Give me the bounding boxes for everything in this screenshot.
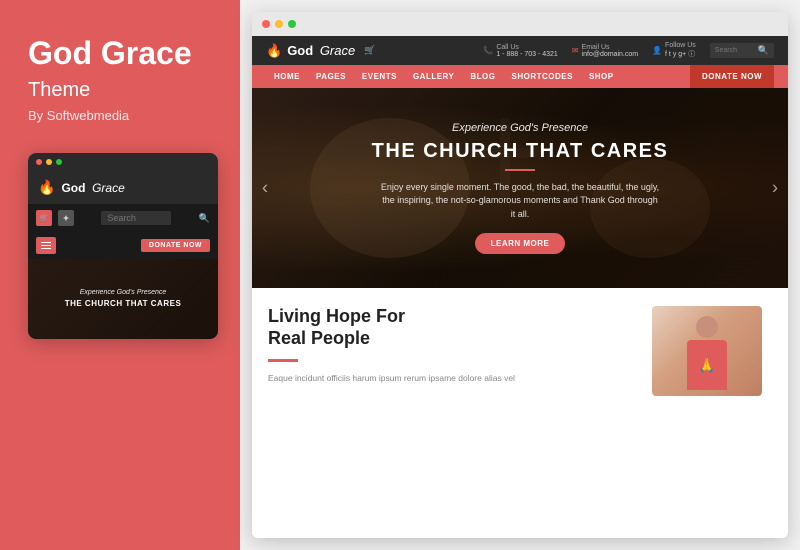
email-icon: ✉: [572, 46, 579, 55]
call-number: 1 - 888 - 703 - 4321: [496, 51, 558, 58]
social-links: f t y g+ ⓘ: [665, 49, 696, 59]
call-label: Call Us: [496, 44, 558, 51]
mobile-cart-icon[interactable]: 🛒: [36, 210, 52, 226]
site-hero: Experience God's Presence THE CHURCH THA…: [252, 88, 788, 288]
theme-subtitle: Theme: [28, 79, 212, 102]
nav-home[interactable]: HOME: [266, 65, 308, 88]
section-divider: [268, 359, 298, 362]
nav-shop[interactable]: SHOP: [581, 65, 622, 88]
person-silhouette: 🙏: [677, 316, 737, 396]
mobile-logo-god: God: [61, 181, 85, 195]
right-panel: 🔥 God Grace 🛒 📞 Call Us 1 - 888 - 703 - …: [240, 0, 800, 550]
dot-yellow: [46, 159, 52, 165]
site-header: 🔥 God Grace 🛒 📞 Call Us 1 - 888 - 703 - …: [252, 36, 788, 65]
nav-pages[interactable]: PAGES: [308, 65, 354, 88]
content-left: Living Hope For Real People Eaque incidu…: [268, 306, 636, 520]
header-search-icon[interactable]: 🔍: [758, 45, 769, 56]
site-content: Living Hope For Real People Eaque incidu…: [252, 288, 788, 538]
person-image: 🙏: [652, 306, 762, 396]
nav-blog[interactable]: BLOG: [462, 65, 503, 88]
follow-details: Follow Us f t y g+ ⓘ: [665, 42, 696, 59]
site-nav: HOME PAGES EVENTS GALLERY BLOG SHORTCODE…: [252, 65, 788, 88]
browser-window: 🔥 God Grace 🛒 📞 Call Us 1 - 888 - 703 - …: [252, 12, 788, 538]
mobile-hero-subtitle: Experience God's Presence: [80, 289, 167, 296]
content-right: 🙏: [652, 306, 772, 520]
mobile-hamburger-icon[interactable]: [36, 237, 56, 254]
mobile-logo: God Grace: [61, 180, 124, 195]
header-search: 🔍: [710, 43, 774, 58]
hero-subtitle: Experience God's Presence: [372, 122, 669, 134]
section-title: Living Hope For Real People: [268, 306, 636, 349]
person-hands-icon: 🙏: [698, 357, 715, 374]
nav-events[interactable]: EVENTS: [354, 65, 405, 88]
mobile-header: 🔥 God Grace: [28, 171, 218, 204]
follow-label: Follow Us: [665, 42, 696, 49]
header-phone: 📞 Call Us 1 - 888 - 703 - 4321: [483, 44, 557, 58]
browser-top-bar: [252, 12, 788, 36]
email-details: Email Us info@domain.com: [582, 44, 639, 58]
mobile-hero-title: THE CHURCH THAT CARES: [65, 299, 182, 308]
hero-learn-button[interactable]: LEARN MORE: [475, 233, 566, 254]
browser-dot-yellow[interactable]: [275, 20, 283, 28]
site-logo: 🔥 God Grace 🛒: [266, 43, 375, 59]
mobile-logo-grace: Grace: [92, 181, 125, 195]
mobile-flame-icon: 🔥: [38, 179, 55, 196]
mobile-search-input[interactable]: [101, 211, 171, 225]
dot-green: [56, 159, 62, 165]
nav-shortcodes[interactable]: SHORTCODES: [503, 65, 580, 88]
dot-red: [36, 159, 42, 165]
header-search-input[interactable]: [715, 47, 755, 54]
hero-description: Enjoy every single moment. The good, the…: [380, 181, 660, 222]
hero-content: Experience God's Presence THE CHURCH THA…: [372, 122, 669, 255]
social-icon: 👤: [652, 46, 662, 55]
header-cart-icon[interactable]: 🛒: [364, 45, 375, 56]
header-email: ✉ Email Us info@domain.com: [572, 44, 638, 58]
mobile-hero: Experience God's Presence THE CHURCH THA…: [28, 259, 218, 339]
person-head: [696, 316, 718, 338]
phone-icon: 📞: [483, 46, 493, 55]
hero-prev-arrow[interactable]: ‹: [262, 178, 268, 199]
nav-donate-button[interactable]: DONATE NOW: [690, 65, 774, 88]
phone-details: Call Us 1 - 888 - 703 - 4321: [496, 44, 558, 58]
mobile-icons: 🛒 +: [36, 210, 74, 226]
mobile-donate-button[interactable]: DONATE NOW: [141, 239, 210, 252]
person-body: 🙏: [687, 340, 727, 390]
nav-gallery[interactable]: GALLERY: [405, 65, 462, 88]
email-value: info@domain.com: [582, 51, 639, 58]
section-title-line1: Living Hope For: [268, 306, 405, 326]
header-social: 👤 Follow Us f t y g+ ⓘ: [652, 42, 696, 59]
browser-dot-red[interactable]: [262, 20, 270, 28]
browser-dot-green[interactable]: [288, 20, 296, 28]
logo-grace: Grace: [320, 43, 355, 58]
theme-author: By Softwebmedia: [28, 108, 212, 123]
hero-next-arrow[interactable]: ›: [772, 178, 778, 199]
mobile-search-bar: 🛒 + 🔍: [28, 204, 218, 232]
mobile-mockup: 🔥 God Grace 🛒 + 🔍 DONATE NOW: [28, 153, 218, 339]
mobile-search-icon[interactable]: 🔍: [199, 213, 210, 224]
left-panel: God Grace Theme By Softwebmedia 🔥 God Gr…: [0, 0, 240, 550]
site-header-right: 📞 Call Us 1 - 888 - 703 - 4321 ✉ Email U…: [483, 42, 774, 59]
logo-flame-icon: 🔥: [266, 43, 282, 59]
section-description: Eaque incidunt officiis harum ipsum reru…: [268, 372, 636, 385]
nav-links: HOME PAGES EVENTS GALLERY BLOG SHORTCODE…: [266, 65, 622, 88]
logo-god: God: [287, 43, 313, 58]
theme-title: God Grace: [28, 36, 212, 71]
email-label: Email Us: [582, 44, 639, 51]
logo-text: God Grace: [287, 43, 355, 58]
section-title-line2: Real People: [268, 328, 370, 348]
mobile-donate-bar: DONATE NOW: [28, 232, 218, 259]
mobile-plus-icon[interactable]: +: [58, 210, 74, 226]
hero-divider: [505, 169, 535, 171]
hero-title: THE CHURCH THAT CARES: [372, 140, 669, 163]
mobile-top-bar: [28, 153, 218, 171]
